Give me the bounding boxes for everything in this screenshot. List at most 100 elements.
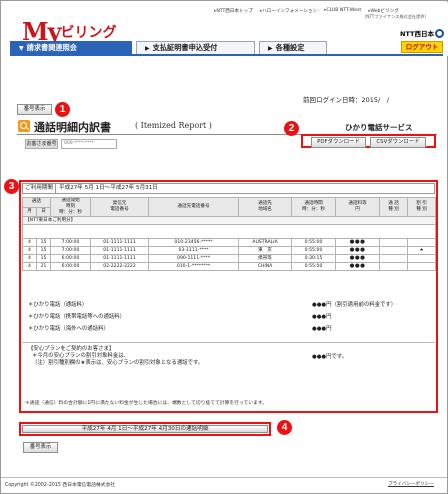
callout-marker-4: 4 <box>277 420 292 435</box>
col-header-charge: 通話料等 円 <box>335 197 381 217</box>
cell-call-type <box>379 262 409 271</box>
cell-charge: ●●● <box>335 254 381 263</box>
csv-download-button[interactable]: CSVダウンロード <box>370 137 426 148</box>
previous-period-button[interactable]: 平成27年 4月 1日～平成27年 4月30日の通話明細 <box>22 425 268 433</box>
cell-caller-number: 02-2222-2222 <box>90 262 150 271</box>
rounding-notice: ＊通話（通信）料の合計額に1円に満たない料金が生じた場合には、端数として切り捨て… <box>25 401 268 406</box>
copyright: Copyright ©2002-2015 西日本電信電話株式会社 <box>5 483 116 488</box>
web-billing-provider-note: （NTTファイナンス株式会社提供） <box>362 14 429 19</box>
col-header-start-time: 通話開始 時刻 時：分：秒 <box>50 197 92 217</box>
top-link-ntt-west-top[interactable]: NTT西日本トップ <box>214 8 253 14</box>
plan-note-line-2: （注）割引種別欄の★表示は、安心プランの割引対象となる通話です。 <box>32 360 204 366</box>
cell-start-time: 7:00:00 <box>50 238 92 247</box>
tab-payment-certificate[interactable]: ▶ 支払証明書申込受付 <box>136 41 255 54</box>
table-row: 4 21 6:00:00 02-2222-2222 010-1-********… <box>22 262 437 271</box>
cell-duration: 0:55:00 <box>291 262 337 271</box>
col-header-caller-number: 発信元 電話番号 <box>90 197 150 217</box>
table-group-row: 【NTT東日本ご利用分】 <box>21 216 437 225</box>
summary-amount: ●●●円（割引適用前の料金です） <box>312 302 397 308</box>
cell-destination-area: AUSTRALIA <box>238 238 293 247</box>
callout-marker-1: 1 <box>55 102 70 117</box>
tab-underline <box>10 54 443 56</box>
plan-note-line-1: ＊今月の安心プランの割引対象料金は、 <box>32 353 130 359</box>
ntt-west-logo: NTT西日本 <box>400 28 444 38</box>
cell-start-time: 7:00:00 <box>50 246 92 255</box>
cell-month: 4 <box>22 262 37 271</box>
tab-label: 請求書関連照会 <box>26 43 77 52</box>
footer-divider <box>1 477 447 478</box>
call-details-table: 通話 通話開始 時刻 時：分：秒 発信元 電話番号 通話先電話番号 通話先 地域… <box>21 197 437 271</box>
customer-number-label: お客さま番号 <box>25 139 58 149</box>
tab-billing-inquiry[interactable]: ▼ 請求書関連照会 <box>10 41 132 54</box>
top-link-club-ntt-west[interactable]: CLUB NTT-West <box>324 8 361 14</box>
usage-period-value: 平成27年 5月 1日～平成27年 5月31日 <box>59 185 158 191</box>
main-tabs: ▼ 請求書関連照会 ▶ 支払証明書申込受付 ▶ 各種設定 ログアウト <box>10 41 443 54</box>
summary-label: ＊ひかり電話（海外への通話料） <box>28 326 109 332</box>
col-header-duration: 通話時間 時：分：秒 <box>291 197 337 217</box>
cell-start-time: 6:00:00 <box>50 254 92 263</box>
top-link-hello-information[interactable]: ハローインフォメーション <box>260 8 317 14</box>
usage-period-label: ご利用期間 <box>23 184 56 193</box>
ntt-mark-icon <box>434 29 444 38</box>
pdf-download-button[interactable]: PDFダウンロード <box>311 137 366 148</box>
plan-note-amount: ●●●円です。 <box>312 354 348 360</box>
callout-marker-2: 2 <box>284 121 299 136</box>
cell-charge: ●●● <box>335 262 381 271</box>
number-display-button[interactable]: 番号表示 <box>17 104 52 115</box>
table-spacer-row <box>21 224 437 239</box>
summary-label: ＊ひかり電話（通話料） <box>28 302 88 308</box>
col-header-day: 日 <box>35 206 52 217</box>
last-login-time: 前回ログイン日時：2015/ / <box>303 96 389 104</box>
cell-duration: 0:30:15 <box>291 254 337 263</box>
number-display-button-bottom[interactable]: 番号表示 <box>23 442 58 453</box>
col-header-destination-number: 通話先電話番号 <box>148 197 240 217</box>
header: Myビリング NTT西日本トップ ハローインフォメーション CLUB NTT-W… <box>2 2 448 56</box>
cell-call-type <box>379 254 409 263</box>
summary-amount: ●●●円 <box>312 326 332 332</box>
page-frame: Myビリング NTT西日本トップ ハローインフォメーション CLUB NTT-W… <box>0 0 448 494</box>
cell-day: 15 <box>35 254 52 263</box>
previous-period-highlight: 平成27年 4月 1日～平成27年 4月30日の通話明細 <box>19 422 271 436</box>
page-title-english: ( Itemized Report ) <box>135 121 212 130</box>
cell-duration: 0:55:00 <box>291 246 337 255</box>
cell-call-type <box>379 238 409 247</box>
cell-destination-number: 010-1-******** <box>148 262 240 271</box>
cell-month: 4 <box>22 238 37 247</box>
cell-month: 4 <box>22 254 37 263</box>
cell-discount-type <box>407 262 437 271</box>
summary-divider <box>22 342 435 343</box>
brand-name: NTT西日本 <box>400 30 434 38</box>
col-header-destination-area: 通話先 地域名 <box>238 197 293 217</box>
customer-number-value: 000-****-**** <box>61 139 117 149</box>
plan-note-heading: 【安心プランをご契約のお客さま】 <box>28 346 115 352</box>
page-title: 通話明細内訳書 <box>34 121 111 134</box>
cell-call-type <box>379 246 409 255</box>
magnifier-icon <box>18 120 30 132</box>
triangle-right-icon: ▶ <box>145 45 150 52</box>
tab-label: 各種設定 <box>275 43 305 52</box>
cell-day: 21 <box>35 262 52 271</box>
table-row: 4 15 7:00:00 01-1111-1111 03-1111-**** 東… <box>22 246 437 255</box>
cell-destination-number: 010-23456-***** <box>148 238 240 247</box>
table-header-row: 通話 通話開始 時刻 時：分：秒 発信元 電話番号 通話先電話番号 通話先 地域… <box>21 197 437 217</box>
cell-caller-number: 01-1111-1111 <box>90 246 150 255</box>
service-name: ひかり電話サービス <box>345 123 413 132</box>
logout-button[interactable]: ログアウト <box>401 41 443 53</box>
privacy-policy-link[interactable]: プライバシーポリシー <box>388 481 434 487</box>
col-header-call-type: 通 話 種 別 <box>379 197 409 217</box>
cell-day: 15 <box>35 246 52 255</box>
cell-discount-type <box>407 254 437 263</box>
table-row: 4 15 6:00:00 01-1111-1111 090-1111-**** … <box>22 254 437 263</box>
col-header-month: 月 <box>22 206 37 217</box>
tab-settings[interactable]: ▶ 各種設定 <box>259 41 327 54</box>
summary-amount: ●●●円 <box>312 314 332 320</box>
cell-month: 4 <box>22 246 37 255</box>
logo-kana: ビリング <box>60 25 117 41</box>
tab-label: 支払証明書申込受付 <box>152 43 218 52</box>
summary-label: ＊ひかり電話（携帯電話等への通話料） <box>28 314 126 320</box>
table-row: 4 15 7:00:00 01-1111-1111 010-23456-****… <box>22 238 437 247</box>
cell-destination-number: 090-1111-**** <box>148 254 240 263</box>
cell-discount-type: ★ <box>407 246 437 255</box>
group-label: 【NTT東日本ご利用分】 <box>21 216 437 225</box>
cell-destination-area: CHINA <box>238 262 293 271</box>
